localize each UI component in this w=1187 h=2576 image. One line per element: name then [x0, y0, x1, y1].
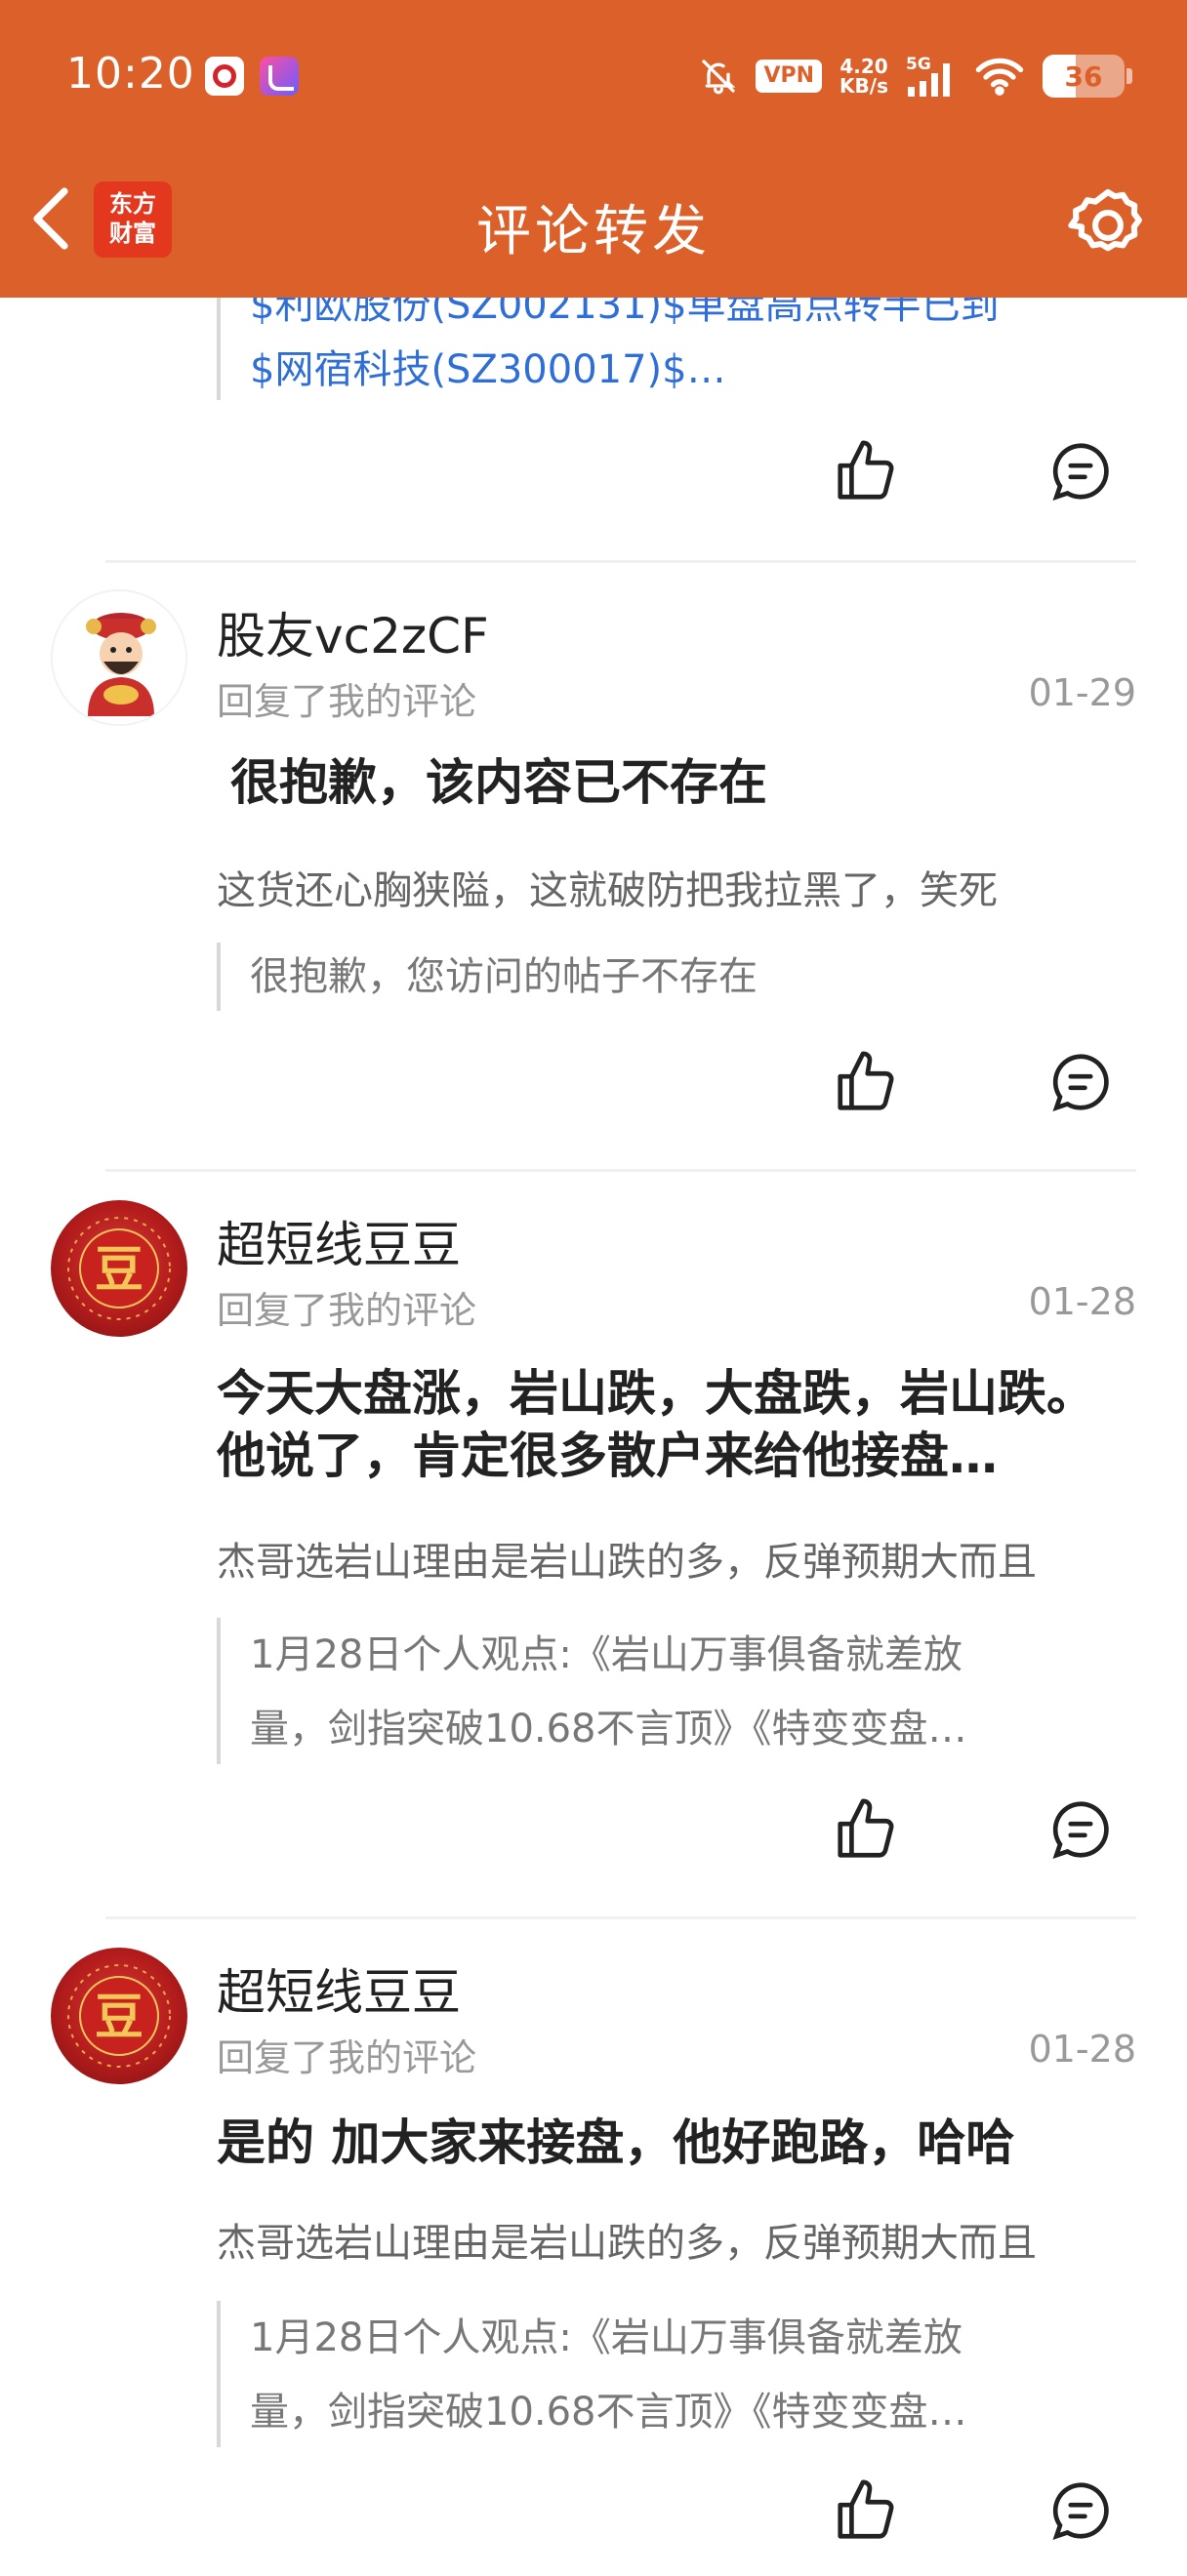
comment-text[interactable]: 是的 加大家来接盘，他好跑路，哈哈	[217, 2112, 1138, 2174]
referenced-post[interactable]: 1月28日个人观点:《岩山万事俱备就差放 量，剑指突破10.68不言顶》《特变变…	[217, 1618, 1138, 1764]
comment-date: 01-28	[1028, 2028, 1136, 2071]
comment-icon[interactable]	[1046, 2476, 1115, 2545]
page-title: 评论转发	[476, 200, 711, 263]
stock-link[interactable]: $网宿科技(SZ300017)$…	[250, 338, 1138, 402]
comment-text-line: 今天大盘涨，岩山跌，大盘跌，岩山跌。	[217, 1365, 1095, 1422]
ref-line: 1月28日个人观点:《岩山万事俱备就差放	[250, 2315, 962, 2360]
ref-line: 量，剑指突破10.68不言顶》《特变变盘…	[250, 1707, 967, 1751]
status-icons: VPN 4.20 KB/s 5G 36	[699, 49, 1132, 103]
user-name[interactable]: 超短线豆豆	[217, 1206, 461, 1276]
settings-gear-icon[interactable]	[1066, 183, 1150, 267]
svg-text:5G: 5G	[906, 55, 931, 74]
comment-icon[interactable]	[1046, 1795, 1115, 1864]
divider	[105, 1169, 1136, 1172]
referenced-post[interactable]: 很抱歉，您访问的帖子不存在	[217, 943, 1138, 1011]
battery-indicator: 36	[1043, 55, 1132, 98]
divider	[105, 560, 1136, 563]
user-name[interactable]: 股友vc2zCF	[217, 597, 489, 667]
ref-line: 量，剑指突破10.68不言顶》《特变变盘…	[250, 2390, 967, 2435]
ref-line: 1月28日个人观点:《岩山万事俱备就差放	[250, 1632, 962, 1677]
my-comment-quote[interactable]: 这货还心胸狭隘，这就破防把我拉黑了，笑死	[217, 859, 1138, 915]
comment-text[interactable]: 很抱歉，该内容已不存在	[217, 751, 1138, 814]
cellular-signal-icon: 5G	[906, 54, 957, 99]
bank-app-icon	[205, 57, 244, 96]
comment-icon[interactable]	[1046, 437, 1115, 505]
avatar-glyph: 豆	[95, 1988, 143, 2045]
like-icon[interactable]	[832, 2476, 900, 2545]
my-comment-quote[interactable]: 杰哥选岩山理由是岩山跌的多，反弹预期大而且	[217, 2211, 1138, 2268]
reply-label: 回复了我的评论	[217, 1289, 477, 1332]
referenced-post[interactable]: 1月28日个人观点:《岩山万事俱备就差放 量，剑指突破10.68不言顶》《特变变…	[217, 2301, 1138, 2447]
status-bar: 10:20 VPN 4.20 KB/s 5G 36	[0, 0, 1187, 146]
app-header: 10:20 VPN 4.20 KB/s 5G 36 东方 财富 评论转发	[0, 0, 1187, 298]
clock: 10:20	[66, 49, 195, 99]
comment-list: $利欧股份(SZ002131)$单盘高点转半已到 $网宿科技(SZ300017)…	[0, 0, 1187, 2576]
wifi-icon	[974, 57, 1025, 96]
user-name[interactable]: 超短线豆豆	[217, 1953, 461, 2024]
user-avatar[interactable]: 豆	[51, 1948, 187, 2084]
like-icon[interactable]	[832, 1795, 900, 1864]
reply-label: 回复了我的评论	[217, 2036, 477, 2079]
like-icon[interactable]	[832, 1048, 900, 1116]
network-speed: 4.20 KB/s	[839, 55, 888, 98]
vpn-badge: VPN	[756, 60, 823, 93]
my-comment-quote[interactable]: 杰哥选岩山理由是岩山跌的多，反弹预期大而且	[217, 1530, 1138, 1587]
user-avatar[interactable]	[51, 589, 187, 726]
comment-text-line: 他说了，肯定很多散户来给他接盘…	[217, 1428, 998, 1484]
notification-app-icon	[260, 57, 299, 96]
like-icon[interactable]	[832, 437, 900, 505]
user-avatar[interactable]: 豆	[51, 1200, 187, 1337]
avatar-glyph: 豆	[95, 1240, 143, 1298]
comment-date: 01-29	[1028, 671, 1136, 714]
comment-text[interactable]: 今天大盘涨，岩山跌，大盘跌，岩山跌。 他说了，肯定很多散户来给他接盘…	[217, 1362, 1138, 1487]
nav-bar: 东方 财富 评论转发	[0, 146, 1187, 298]
reply-label: 回复了我的评论	[217, 680, 477, 723]
comment-icon[interactable]	[1046, 1048, 1115, 1116]
divider	[105, 1916, 1136, 1919]
mute-bell-icon	[699, 55, 738, 98]
comment-date: 01-28	[1028, 1280, 1136, 1323]
